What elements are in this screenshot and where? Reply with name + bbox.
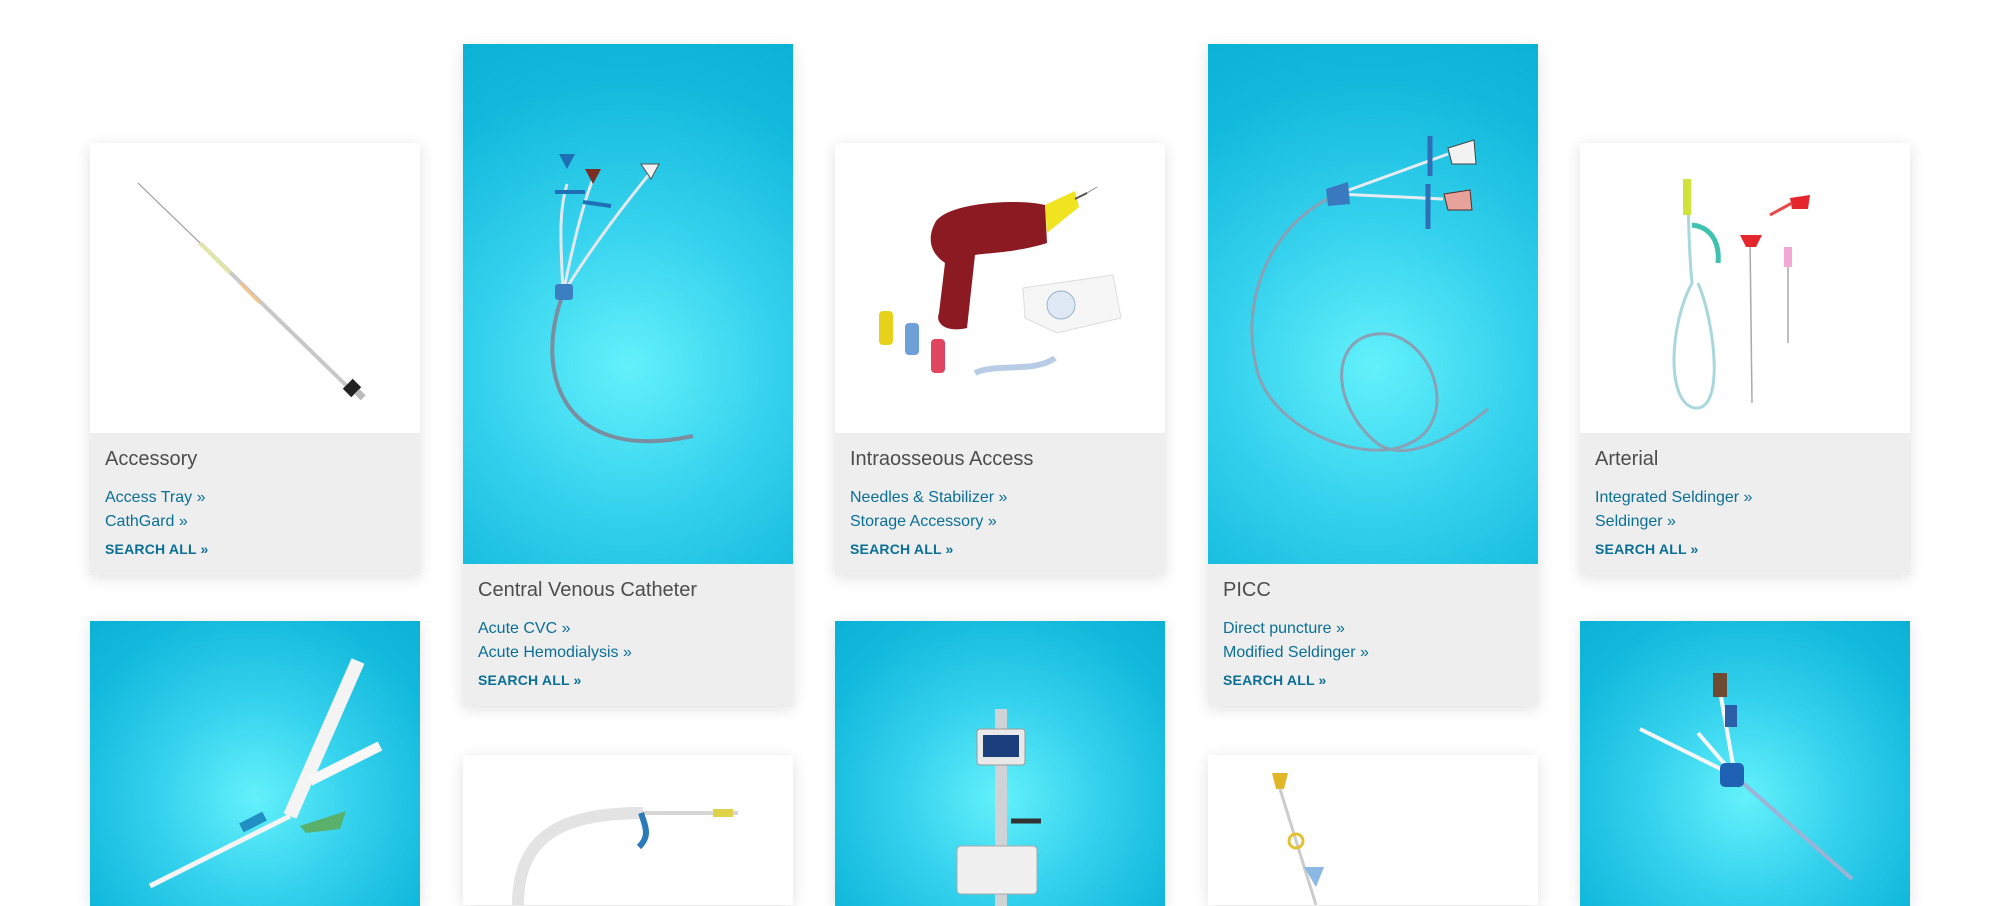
category-card-accessory: Accessory Access Tray » CathGard » SEARC… <box>90 143 420 575</box>
category-title: Arterial <box>1595 448 1659 470</box>
category-card-row2-col4 <box>1208 755 1538 905</box>
link-acute-cvc[interactable]: Acute CVC » <box>478 617 778 641</box>
link-access-tray[interactable]: Access Tray » <box>105 486 405 510</box>
triple-lumen-catheter-image[interactable] <box>463 44 793 564</box>
multi-lumen-catheter-product-image[interactable] <box>1580 621 1910 906</box>
monitor-pole-product-image[interactable] <box>835 621 1165 906</box>
category-title: PICC <box>1223 579 1271 601</box>
link-needles-stabilizer[interactable]: Needles & Stabilizer » <box>850 486 1150 510</box>
category-title: Intraosseous Access <box>850 448 1034 470</box>
category-card-row2-col2 <box>463 755 793 905</box>
link-acute-hemodialysis[interactable]: Acute Hemodialysis » <box>478 641 778 665</box>
category-card-central-venous-catheter: Central Venous Catheter Acute CVC » Acut… <box>463 44 793 706</box>
category-card-row2-col1 <box>90 621 420 906</box>
link-integrated-seldinger[interactable]: Integrated Seldinger » <box>1595 486 1895 510</box>
search-all-link[interactable]: SEARCH ALL » <box>850 540 1150 558</box>
category-card-picc: PICC Direct puncture » Modified Seldinge… <box>1208 44 1538 706</box>
coiled-catheter-product-image[interactable] <box>463 755 793 905</box>
winged-needle-product-image[interactable] <box>1208 755 1538 905</box>
search-all-link[interactable]: SEARCH ALL » <box>478 671 778 689</box>
intraosseous-driver-image[interactable] <box>835 143 1165 433</box>
category-card-intraosseous-access: Intraosseous Access Needles & Stabilizer… <box>835 143 1165 575</box>
category-card-row2-col5 <box>1580 621 1910 906</box>
syringe-catheter-product-image[interactable] <box>90 621 420 906</box>
search-all-link[interactable]: SEARCH ALL » <box>1595 540 1895 558</box>
category-card-arterial: Arterial Integrated Seldinger » Seldinge… <box>1580 143 1910 575</box>
link-cathgard[interactable]: CathGard » <box>105 510 405 534</box>
link-direct-puncture[interactable]: Direct puncture » <box>1223 617 1523 641</box>
needle-product-image[interactable] <box>90 143 420 433</box>
picc-catheter-image[interactable] <box>1208 44 1538 564</box>
link-seldinger[interactable]: Seldinger » <box>1595 510 1895 534</box>
link-storage-accessory[interactable]: Storage Accessory » <box>850 510 1150 534</box>
link-modified-seldinger[interactable]: Modified Seldinger » <box>1223 641 1523 665</box>
category-title: Accessory <box>105 448 198 470</box>
search-all-link[interactable]: SEARCH ALL » <box>1223 671 1523 689</box>
search-all-link[interactable]: SEARCH ALL » <box>105 540 405 558</box>
category-card-row2-col3 <box>835 621 1165 906</box>
arterial-line-image[interactable] <box>1580 143 1910 433</box>
category-title: Central Venous Catheter <box>478 579 698 601</box>
